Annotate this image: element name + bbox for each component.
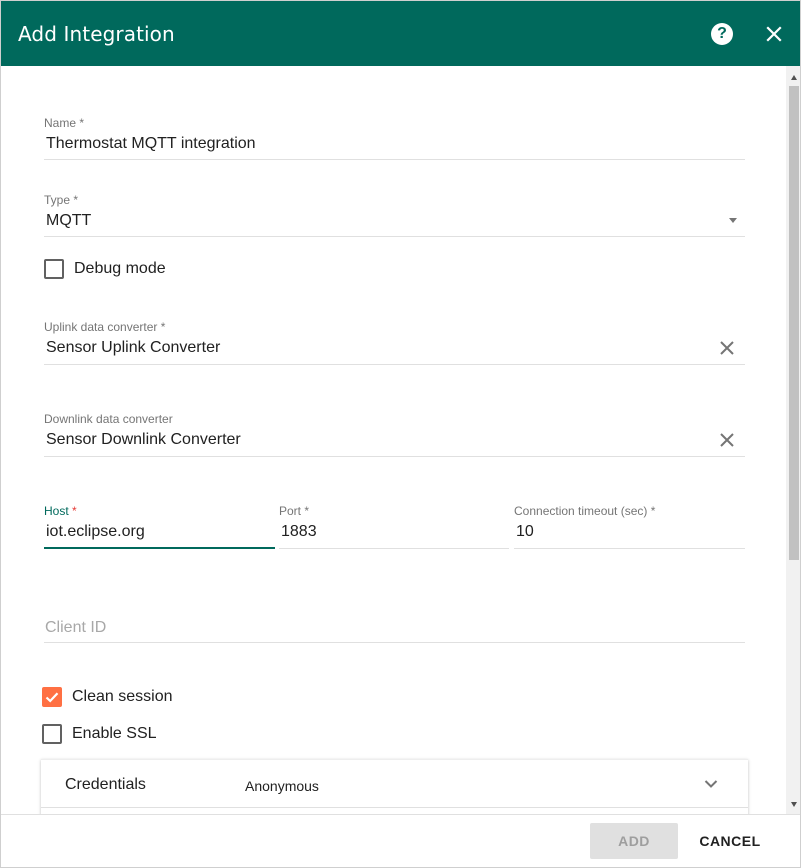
clean-session-checkbox[interactable]: Clean session [42,687,173,707]
downlink-converter-field[interactable]: Downlink data converter Sensor Downlink … [44,412,745,457]
uplink-converter-underline [44,364,745,365]
name-field[interactable]: Name * Thermostat MQTT integration [44,116,745,160]
cancel-button[interactable]: CANCEL [691,823,769,859]
dialog-title: Add Integration [18,21,175,46]
connection-timeout-label: Connection timeout (sec) * [514,504,656,518]
enable-ssl-checkbox[interactable]: Enable SSL [42,724,157,744]
type-value[interactable]: MQTT [46,212,91,230]
type-select[interactable]: Type * MQTT [44,193,745,237]
connection-timeout-value[interactable]: 10 [516,523,534,541]
debug-mode-checkbox[interactable]: Debug mode [44,259,166,279]
uplink-converter-value[interactable]: Sensor Uplink Converter [46,339,220,357]
credentials-title: Credentials [65,776,146,793]
host-value[interactable]: iot.eclipse.org [46,523,145,541]
downlink-converter-underline [44,456,745,457]
credentials-divider [41,807,748,808]
clean-session-label: Clean session [72,688,173,705]
enable-ssl-label: Enable SSL [72,725,157,742]
dialog-header: Add Integration ? [1,1,800,66]
port-label: Port * [279,504,310,518]
close-icon[interactable] [763,23,785,45]
dropdown-arrow-icon[interactable] [729,218,737,223]
uplink-converter-field[interactable]: Uplink data converter * Sensor Uplink Co… [44,320,745,365]
client-id-field[interactable]: Client ID [44,599,745,643]
vertical-scrollbar[interactable] [786,66,800,814]
clear-uplink-icon[interactable] [717,338,737,358]
type-label: Type * [44,193,79,207]
clear-downlink-icon[interactable] [717,430,737,450]
name-value[interactable]: Thermostat MQTT integration [46,135,256,153]
name-label: Name * [44,116,85,130]
port-underline [279,548,509,549]
uplink-converter-label: Uplink data converter * [44,320,166,334]
port-field[interactable]: Port * 1883 [279,504,509,549]
debug-mode-box[interactable] [44,259,64,279]
scrollbar-thumb[interactable] [789,86,799,560]
scroll-up-icon[interactable] [791,75,797,80]
client-id-underline [44,642,745,643]
name-underline [44,159,745,160]
clean-session-box[interactable] [42,687,62,707]
dialog-content: Name * Thermostat MQTT integration Type … [1,66,786,814]
checkmark-icon [45,692,59,703]
connection-timeout-underline [514,548,745,549]
connection-timeout-field[interactable]: Connection timeout (sec) * 10 [514,504,745,549]
add-button[interactable]: ADD [590,823,678,859]
add-integration-dialog: Add Integration ? Name * Thermostat MQTT… [0,0,801,868]
client-id-placeholder[interactable]: Client ID [45,619,106,637]
help-icon[interactable]: ? [711,23,733,45]
chevron-down-icon[interactable] [703,776,719,792]
enable-ssl-box[interactable] [42,724,62,744]
debug-mode-label: Debug mode [74,260,166,277]
host-underline [44,547,275,549]
port-value[interactable]: 1883 [281,523,317,541]
type-underline [44,236,745,237]
host-field[interactable]: Host * iot.eclipse.org [44,504,275,549]
downlink-converter-label: Downlink data converter [44,412,173,426]
credentials-panel[interactable]: Credentials Anonymous [41,759,748,814]
dialog-footer: ADD CANCEL [1,814,800,867]
downlink-converter-value[interactable]: Sensor Downlink Converter [46,431,241,449]
scroll-down-icon[interactable] [791,802,797,807]
credentials-value: Anonymous [245,778,319,794]
host-label: Host * [44,504,77,518]
